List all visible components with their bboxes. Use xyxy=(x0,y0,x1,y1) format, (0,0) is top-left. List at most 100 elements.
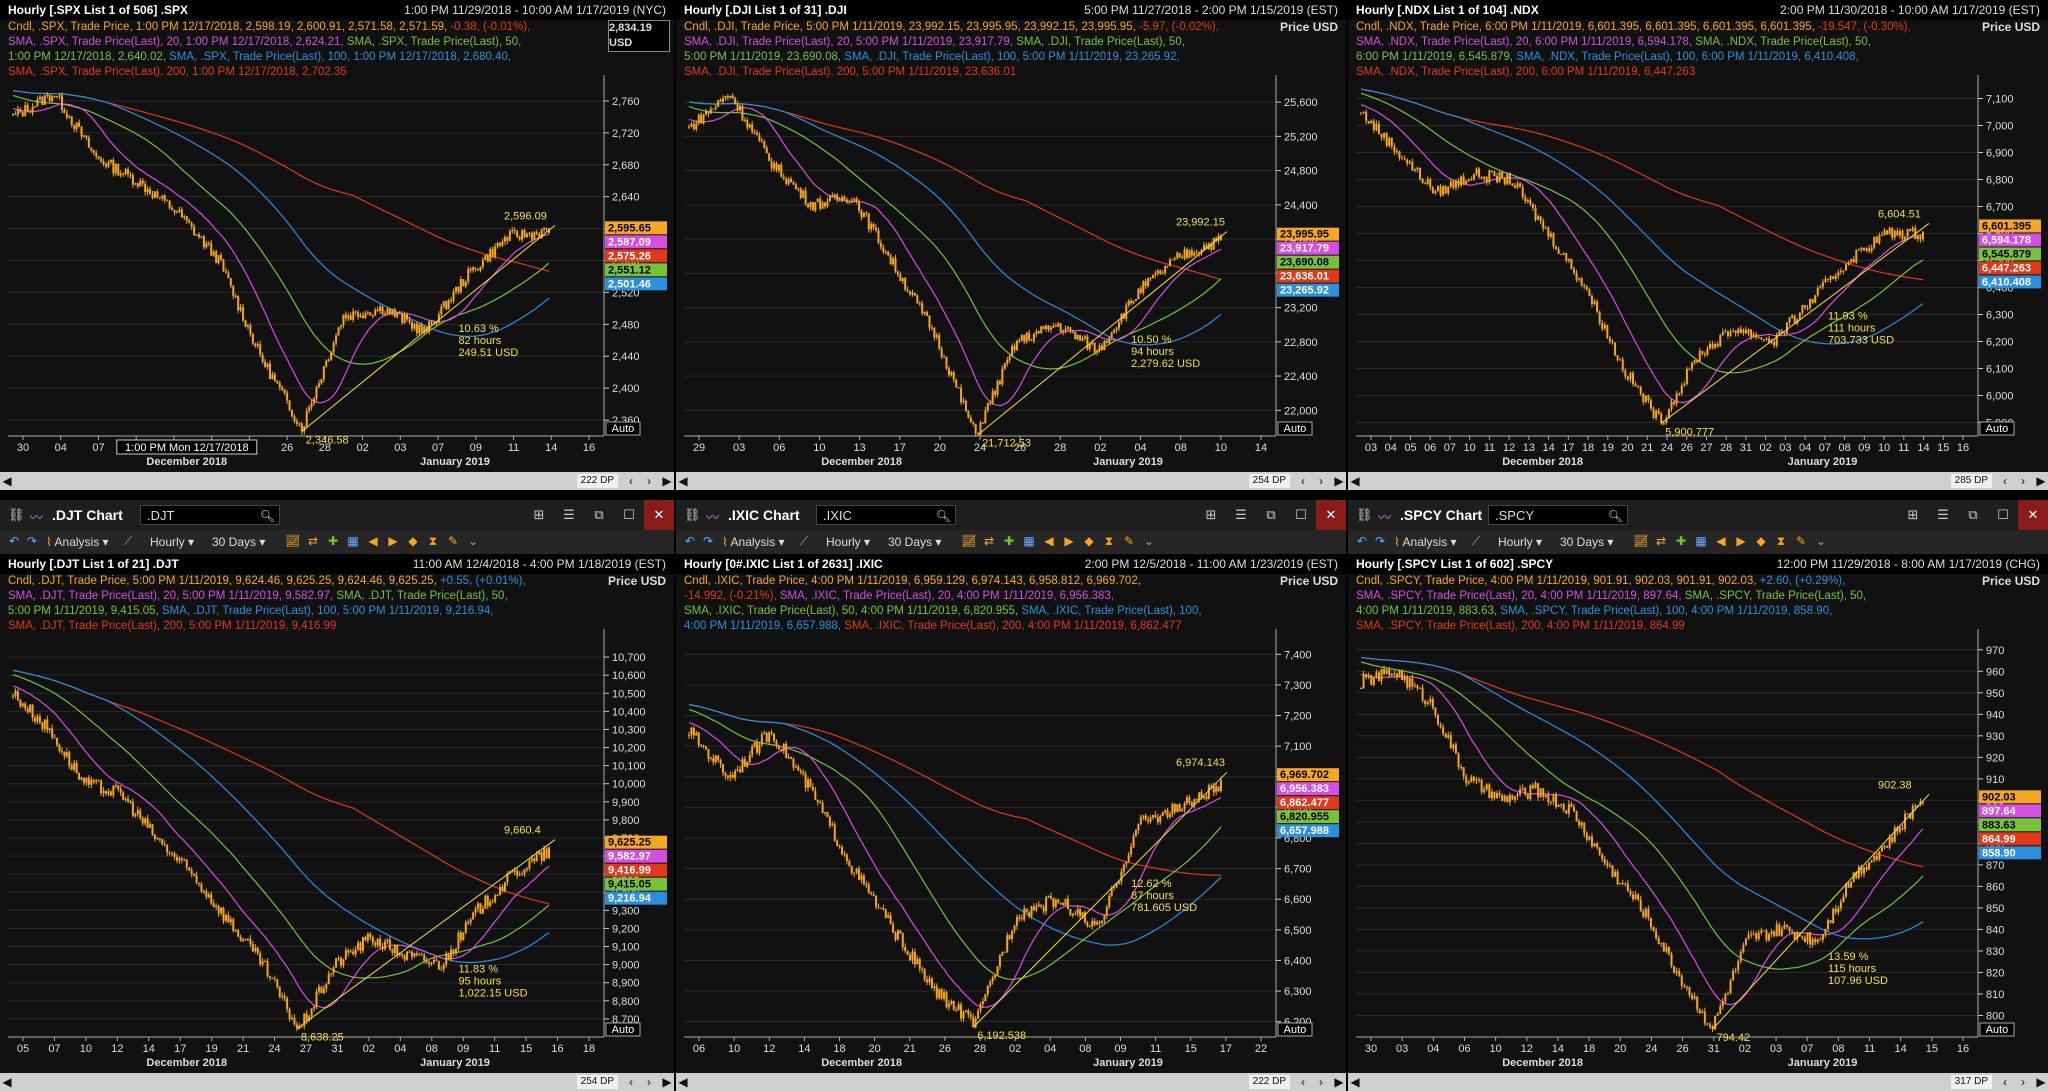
candle-body xyxy=(1390,137,1393,147)
candle-body xyxy=(70,765,73,770)
candle-body xyxy=(1057,899,1060,903)
candle-body xyxy=(1054,899,1057,907)
y-tick-label: 7,100 xyxy=(1284,741,1312,753)
candle-body xyxy=(518,236,521,240)
candle-body xyxy=(1205,796,1208,800)
scroll-end-right-icon[interactable]: › xyxy=(642,472,656,490)
candle-body xyxy=(141,818,144,824)
auto-scale-button[interactable]: Auto xyxy=(1979,421,2015,436)
candle-body xyxy=(714,755,717,762)
price-chart-plot[interactable]: 2,7602,7202,6802,6402,6002,5602,5202,480… xyxy=(0,0,674,472)
candle-body xyxy=(736,769,739,771)
candle-body xyxy=(1161,273,1164,275)
scroll-end-left-icon[interactable]: ‹ xyxy=(624,472,638,490)
candle-body xyxy=(1916,236,1919,240)
price-chart-plot[interactable]: 25,60025,20024,80024,40024,00023,60023,2… xyxy=(676,0,1346,472)
candle-body xyxy=(224,915,227,921)
scroll-right-icon[interactable]: ▶ xyxy=(660,472,674,490)
candle-body xyxy=(1062,330,1065,332)
trend-line[interactable] xyxy=(296,839,556,1030)
scroll-left-icon[interactable]: ◀ xyxy=(0,472,14,490)
candle-body xyxy=(1069,327,1072,332)
scroll-left-icon[interactable]: ◀ xyxy=(0,1073,14,1091)
auto-scale-button[interactable]: Auto xyxy=(1277,421,1313,436)
auto-scale-button[interactable]: Auto xyxy=(1979,1022,2015,1037)
candle-body xyxy=(266,363,269,368)
scroll-right-icon[interactable]: ▶ xyxy=(1332,472,1346,490)
auto-scale-button[interactable]: Auto xyxy=(605,1022,641,1037)
time-scrollbar[interactable]: ◀ ▶ ‹ › 254 DP xyxy=(0,1073,674,1091)
x-tick-label: 14 xyxy=(1895,1043,1907,1055)
auto-scale-button[interactable]: Auto xyxy=(1277,1022,1313,1037)
candle-body xyxy=(1173,803,1176,813)
scroll-left-icon[interactable]: ◀ xyxy=(676,472,690,490)
candle-body xyxy=(1478,779,1481,781)
candle-body xyxy=(146,818,149,828)
time-scrollbar[interactable]: ◀ ▶ ‹ › 254 DP xyxy=(676,472,1346,490)
price-chart-plot[interactable]: 7,4007,3007,2007,1007,0006,9006,8006,700… xyxy=(676,500,1346,1073)
sma100-line xyxy=(12,669,550,964)
candle-body xyxy=(1647,395,1650,401)
y-tick-label: 6,200 xyxy=(1986,337,2014,349)
auto-scale-label: Auto xyxy=(1986,423,2009,435)
price-chart-plot[interactable]: 9709609509409309209109008908808708608508… xyxy=(1348,500,2048,1073)
price-chart-plot[interactable]: 7,1007,0006,9006,8006,7006,6006,5006,400… xyxy=(1348,0,2048,472)
scroll-end-right-icon[interactable]: › xyxy=(2016,1073,2030,1091)
time-scrollbar[interactable]: ◀ ▶ ‹ › 222 DP xyxy=(676,1073,1346,1091)
scroll-end-left-icon[interactable]: ‹ xyxy=(1296,1073,1310,1091)
scroll-right-icon[interactable]: ▶ xyxy=(2034,472,2048,490)
scroll-end-right-icon[interactable]: › xyxy=(2016,472,2030,490)
candle-body xyxy=(1688,987,1691,996)
candle-body xyxy=(1721,1001,1724,1007)
candle-body xyxy=(1873,855,1876,861)
scroll-left-icon[interactable]: ◀ xyxy=(676,1073,690,1091)
scroll-end-left-icon[interactable]: ‹ xyxy=(1998,1073,2012,1091)
candle-body xyxy=(913,292,916,296)
candle-body xyxy=(261,961,264,965)
candle-body xyxy=(1839,901,1842,909)
time-scrollbar[interactable]: ◀ ▶ ‹ › 317 DP xyxy=(1348,1073,2048,1091)
candle-body xyxy=(276,979,279,988)
scroll-left-icon[interactable]: ◀ xyxy=(1348,1073,1362,1091)
trend-line[interactable] xyxy=(1660,223,1930,424)
x-month-label: December 2018 xyxy=(1502,456,1583,468)
scroll-right-icon[interactable]: ▶ xyxy=(2034,1073,2048,1091)
price-chart-plot[interactable]: 10,70010,60010,50010,40010,30010,20010,1… xyxy=(0,500,674,1073)
candle-body xyxy=(92,779,95,782)
candle-body xyxy=(12,695,14,697)
scroll-right-icon[interactable]: ▶ xyxy=(660,1073,674,1091)
candle-body xyxy=(34,106,37,108)
candle-body xyxy=(1660,413,1663,424)
candle-body xyxy=(70,116,73,125)
scroll-end-right-icon[interactable]: › xyxy=(1314,1073,1328,1091)
candle-body xyxy=(714,107,717,109)
candle-body xyxy=(1739,328,1742,333)
time-scrollbar[interactable]: ◀ ▶ ‹ › 285 DP xyxy=(1348,472,2048,490)
candle-body xyxy=(393,944,396,954)
candle-body xyxy=(981,422,984,424)
candle-body xyxy=(1629,890,1632,895)
scroll-end-left-icon[interactable]: ‹ xyxy=(624,1073,638,1091)
auto-scale-button[interactable]: Auto xyxy=(605,421,641,436)
candle-body xyxy=(102,790,105,793)
scroll-end-left-icon[interactable]: ‹ xyxy=(1998,472,2012,490)
x-tick-label: 07 xyxy=(48,1043,60,1055)
candle-body xyxy=(533,232,536,240)
trend-line[interactable] xyxy=(301,224,556,432)
time-scrollbar[interactable]: ◀ ▶ ‹ › 222 DP xyxy=(0,472,674,490)
candle-body xyxy=(1614,342,1617,356)
scroll-end-right-icon[interactable]: › xyxy=(1314,472,1328,490)
candle-body xyxy=(1524,787,1527,795)
datapoint-count: 254 DP xyxy=(1248,474,1290,488)
scroll-end-right-icon[interactable]: › xyxy=(642,1073,656,1091)
candle-body xyxy=(1176,804,1179,813)
scroll-right-icon[interactable]: ▶ xyxy=(1332,1073,1346,1091)
candle-body xyxy=(1398,151,1401,159)
candle-body xyxy=(1703,1011,1706,1024)
candle-body xyxy=(1429,179,1432,188)
candle-body xyxy=(188,867,191,871)
candle-body xyxy=(1601,323,1604,329)
scroll-left-icon[interactable]: ◀ xyxy=(1348,472,1362,490)
trend-line[interactable] xyxy=(977,231,1228,436)
scroll-end-left-icon[interactable]: ‹ xyxy=(1296,472,1310,490)
